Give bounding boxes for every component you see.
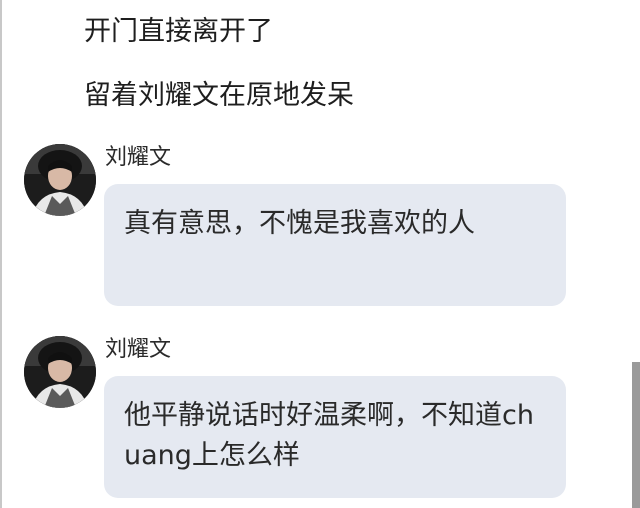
sender-name: 刘耀文 bbox=[105, 337, 172, 362]
avatar[interactable] bbox=[24, 144, 96, 216]
message-bubble[interactable]: 他平静说话时好温柔啊，不知道chuang上怎么样 bbox=[104, 376, 566, 498]
narration-line: 开门直接离开了 bbox=[84, 16, 273, 47]
left-border bbox=[0, 0, 2, 508]
avatar[interactable] bbox=[24, 336, 96, 408]
profile-photo-icon bbox=[24, 336, 96, 408]
narration-line: 留着刘耀文在原地发呆 bbox=[84, 80, 354, 111]
scrollbar[interactable] bbox=[632, 362, 640, 508]
profile-photo-icon bbox=[24, 144, 96, 216]
sender-name: 刘耀文 bbox=[105, 145, 172, 170]
message-bubble[interactable]: 真有意思，不愧是我喜欢的人 bbox=[104, 184, 566, 306]
